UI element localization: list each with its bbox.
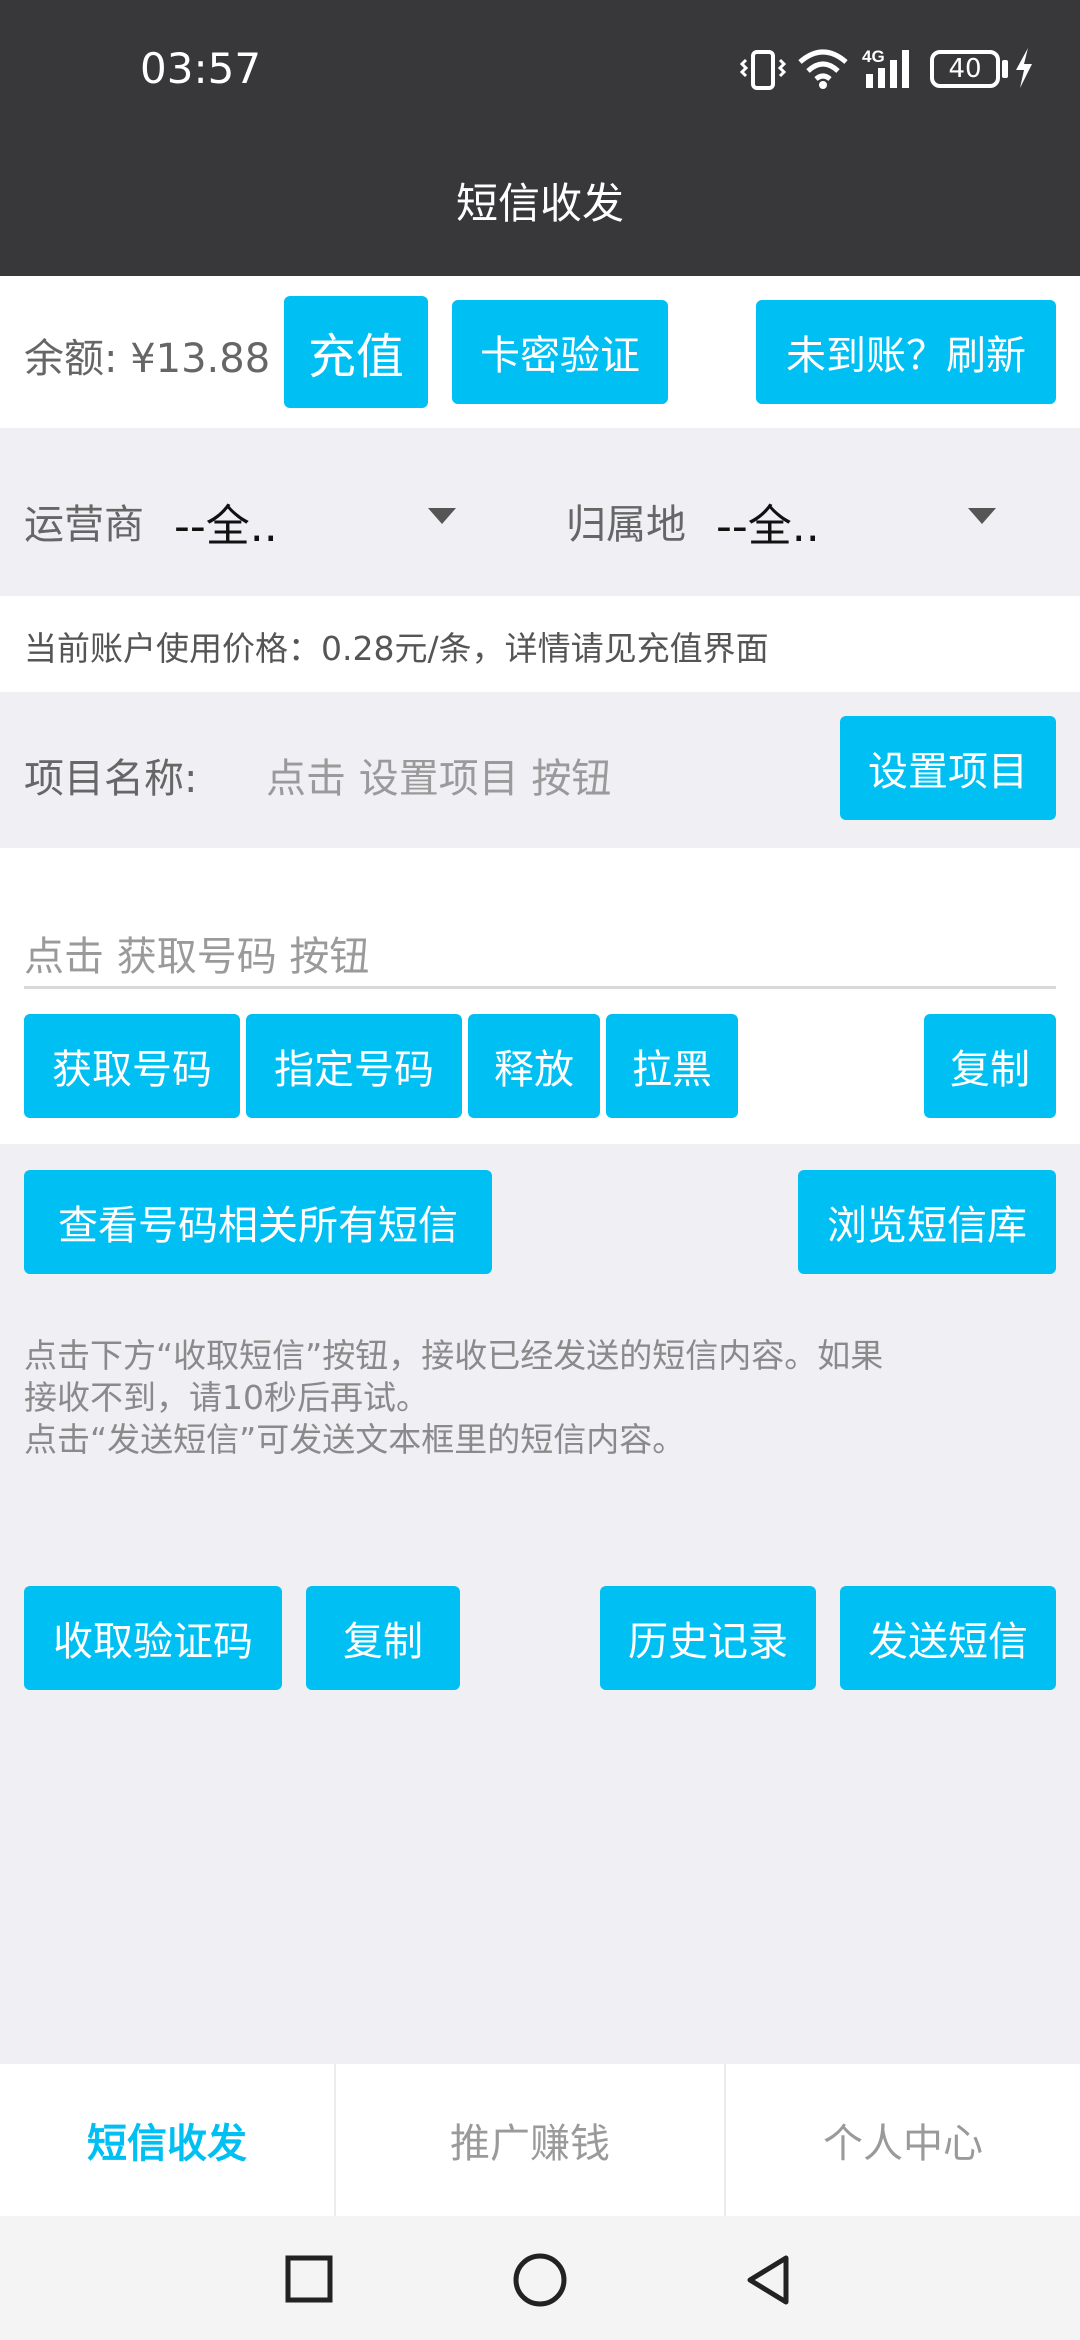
battery-level: 40 <box>948 54 982 84</box>
get-number-button[interactable]: 获取号码 <box>24 1014 240 1118</box>
refresh-button[interactable]: 未到账？刷新 <box>756 300 1056 404</box>
chevron-down-icon <box>428 508 456 524</box>
sms-section: 查看号码相关所有短信 浏览短信库 点击下方“收取短信”按钮，接收已经发送的短信内… <box>0 1144 1080 1740</box>
filter-row: 运营商 --全.. 归属地 --全.. <box>0 428 1080 596</box>
balance-label: 余额: ¥13.88 <box>24 336 271 382</box>
info-line-3: 点击“发送短信”可发送文本框里的短信内容。 <box>24 1420 686 1459</box>
carrier-label: 运营商 <box>24 502 144 548</box>
tab-sms[interactable]: 短信收发 <box>0 2064 334 2216</box>
history-button[interactable]: 历史记录 <box>600 1586 816 1690</box>
phone-number-field[interactable]: 点击 获取号码 按钮 <box>24 924 369 982</box>
system-nav-bar <box>0 2216 1080 2340</box>
back-icon[interactable] <box>742 2252 794 2308</box>
block-button[interactable]: 拉黑 <box>606 1014 738 1118</box>
home-icon[interactable] <box>512 2252 568 2308</box>
price-row: 当前账户使用价格：0.28元/条，详情请见充值界面 <box>0 596 1080 692</box>
view-all-sms-button[interactable]: 查看号码相关所有短信 <box>24 1170 492 1274</box>
carrier-select[interactable]: --全.. <box>170 468 470 558</box>
status-time: 03:57 <box>140 44 262 93</box>
project-row: 项目名称: 点击 设置项目 按钮 设置项目 <box>0 692 1080 848</box>
send-sms-button[interactable]: 发送短信 <box>840 1586 1056 1690</box>
region-select[interactable]: --全.. <box>712 468 1012 558</box>
battery-icon: 40 <box>930 50 1000 88</box>
battery-tip <box>1002 60 1008 78</box>
browse-sms-library-button[interactable]: 浏览短信库 <box>798 1170 1056 1274</box>
tab-profile[interactable]: 个人中心 <box>726 2064 1080 2216</box>
recent-apps-icon[interactable] <box>284 2254 334 2304</box>
copy-number-button[interactable]: 复制 <box>924 1014 1056 1118</box>
price-note: 当前账户使用价格：0.28元/条，详情请见充值界面 <box>24 629 769 668</box>
specify-number-button[interactable]: 指定号码 <box>246 1014 462 1118</box>
set-project-button[interactable]: 设置项目 <box>840 716 1056 820</box>
page-title: 短信收发 <box>455 179 624 228</box>
vibrate-icon <box>740 50 786 90</box>
copy-sms-button[interactable]: 复制 <box>306 1586 460 1690</box>
info-line-1: 点击下方“收取短信”按钮，接收已经发送的短信内容。如果 <box>24 1336 884 1375</box>
phone-field-underline <box>24 986 1056 989</box>
network-type-text: 4G <box>862 47 885 66</box>
charging-icon <box>1016 48 1032 88</box>
region-label: 归属地 <box>566 502 686 548</box>
bottom-tab-bar: 短信收发 推广赚钱 个人中心 <box>0 2064 1080 2216</box>
cellular-signal-icon: 4G <box>862 47 909 88</box>
carrier-value: --全.. <box>174 501 278 552</box>
region-value: --全.. <box>716 501 820 552</box>
project-name-label: 项目名称: <box>24 756 198 802</box>
receive-code-button[interactable]: 收取验证码 <box>24 1586 282 1690</box>
project-name-field[interactable]: 点击 设置项目 按钮 <box>266 746 611 804</box>
balance-row: 余额: ¥13.88 充值 卡密验证 未到账？刷新 <box>0 276 1080 428</box>
card-verify-button[interactable]: 卡密验证 <box>452 300 668 404</box>
wifi-icon <box>798 49 848 89</box>
chevron-down-icon <box>968 508 996 524</box>
release-button[interactable]: 释放 <box>468 1014 600 1118</box>
tab-promote[interactable]: 推广赚钱 <box>336 2064 724 2216</box>
info-line-2: 接收不到，请10秒后再试。 <box>24 1378 429 1417</box>
phone-row: 点击 获取号码 按钮 获取号码 指定号码 释放 拉黑 复制 <box>0 848 1080 1144</box>
recharge-button[interactable]: 充值 <box>284 296 428 408</box>
